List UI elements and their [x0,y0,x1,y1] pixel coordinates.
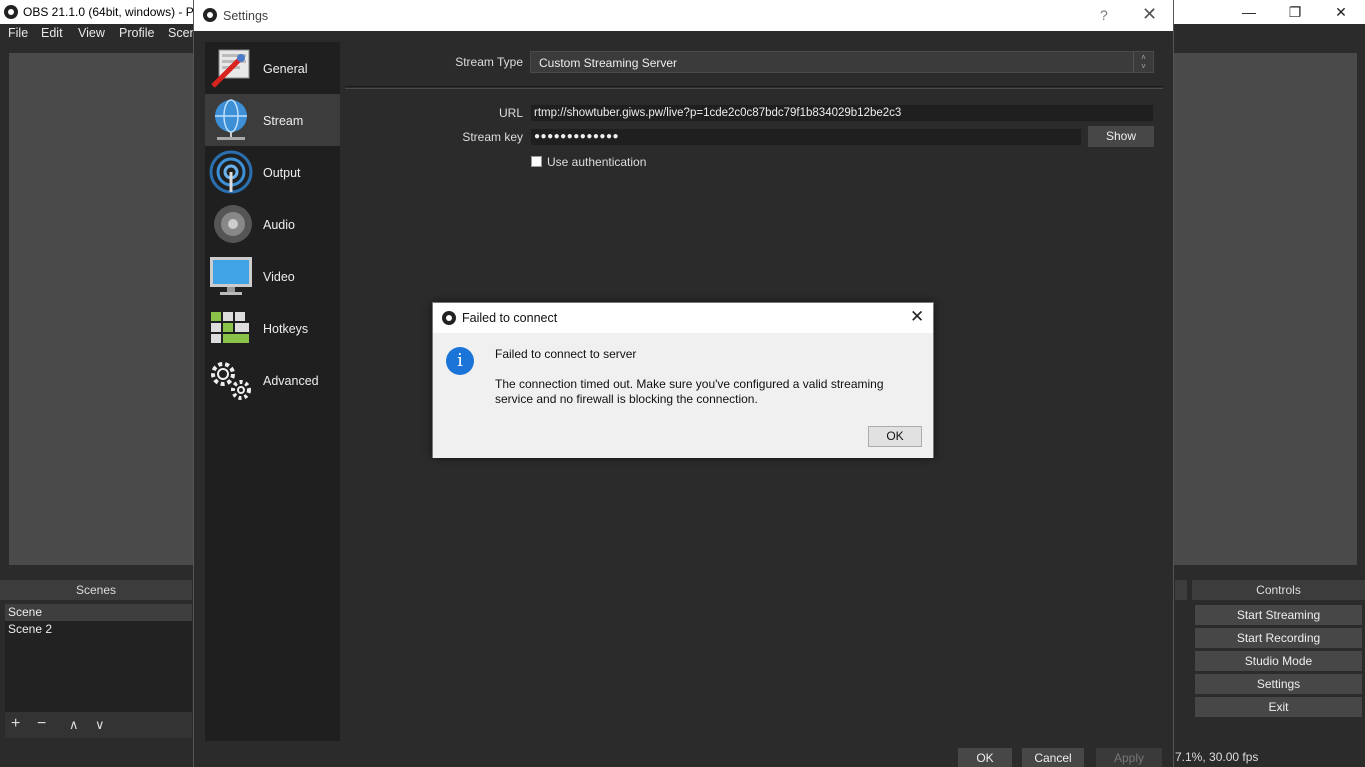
divider [345,86,1163,89]
dialog-heading: Failed to connect to server [495,347,637,361]
broadcast-icon [209,150,253,194]
stream-key-input[interactable]: ●●●●●●●●●●●●● [530,128,1082,146]
help-icon[interactable]: ? [1100,7,1108,23]
general-icon [211,49,250,88]
stream-type-value: Custom Streaming Server [539,56,678,70]
dialog-title: Failed to connect [462,311,558,325]
scene-item[interactable]: Scene [5,604,192,621]
nav-label: Audio [263,218,295,232]
stream-type-label: Stream Type [455,55,523,69]
dialog-body: i Failed to connect to server The connec… [433,333,933,458]
nav-item-general[interactable]: General [205,42,340,94]
stream-type-select[interactable]: Custom Streaming Server ˄ ˅ [530,51,1154,73]
settings-titlebar: Settings ? ✕ [194,0,1173,31]
stream-key-label: Stream key [462,130,523,144]
scenes-toolbar: + − ∧ ∨ [5,712,192,738]
nav-item-video[interactable]: Video [205,250,340,302]
obs-window-title: OBS 21.1.0 (64bit, windows) - Pr [23,5,193,19]
mixer-dock-title-edge [1175,580,1187,600]
url-input[interactable]: rtmp://showtuber.giws.pw/live?p=1cde2c0c… [530,104,1154,122]
nav-label: General [263,62,308,76]
url-label: URL [498,106,523,120]
exit-button[interactable]: Exit [1195,697,1362,717]
gears-icon [211,362,251,400]
scenes-dock-title: Scenes [0,580,192,600]
menu-view[interactable]: View [78,26,105,40]
speaker-icon [214,205,252,243]
add-scene-icon[interactable]: + [11,715,20,733]
start-recording-button[interactable]: Start Recording [1195,628,1362,648]
monitor-icon [210,257,252,295]
menu-file[interactable]: File [8,26,28,40]
use-authentication-checkbox[interactable] [531,156,542,167]
obs-logo-icon [203,8,217,22]
obs-logo-icon [442,311,456,325]
nav-label: Stream [263,114,304,128]
ok-button[interactable]: OK [958,748,1012,767]
nav-label: Output [263,166,301,180]
menu-edit[interactable]: Edit [41,26,63,40]
nav-item-audio[interactable]: Audio [205,198,340,250]
dialog-ok-button[interactable]: OK [868,426,922,447]
nav-item-advanced[interactable]: Advanced [205,354,340,406]
settings-close-icon[interactable]: ✕ [1142,4,1157,25]
controls-dock-title: Controls [1192,580,1365,600]
menu-profile[interactable]: Profile [119,26,154,40]
nav-item-hotkeys[interactable]: Hotkeys [205,302,340,354]
dialog-message: The connection timed out. Make sure you'… [495,377,884,406]
move-up-icon[interactable]: ∧ [69,717,79,733]
restore-icon[interactable]: ❐ [1272,0,1318,24]
failed-to-connect-dialog: Failed to connect ✕ i Failed to connect … [432,302,934,458]
cancel-button[interactable]: Cancel [1022,748,1084,767]
apply-button[interactable]: Apply [1096,748,1162,767]
chevron-updown-icon: ˄ ˅ [1133,52,1153,72]
nav-item-stream[interactable]: Stream [205,94,340,146]
show-key-button[interactable]: Show [1088,126,1154,147]
dialog-titlebar: Failed to connect ✕ [433,303,933,333]
info-icon: i [446,347,474,375]
remove-scene-icon[interactable]: − [37,715,46,733]
keyboard-icon [211,312,249,343]
nav-label: Hotkeys [263,322,309,336]
scenes-list[interactable]: Scene Scene 2 [5,604,192,712]
globe-icon [215,99,247,140]
nav-label: Video [263,270,295,284]
close-icon[interactable]: ✕ [1318,0,1364,24]
obs-logo-icon [4,5,18,19]
use-authentication-label: Use authentication [547,155,647,169]
minimize-icon[interactable]: — [1226,0,1272,24]
settings-title: Settings [223,9,269,23]
move-down-icon[interactable]: ∨ [95,717,105,733]
dialog-close-icon[interactable]: ✕ [910,307,924,327]
studio-mode-button[interactable]: Studio Mode [1195,651,1362,671]
settings-nav: General Stream Output Audio Video Hotkey… [205,42,340,741]
nav-label: Advanced [263,374,319,388]
settings-button[interactable]: Settings [1195,674,1362,694]
start-streaming-button[interactable]: Start Streaming [1195,605,1362,625]
scene-item[interactable]: Scene 2 [5,621,192,638]
status-cpu-fps: 7.1%, 30.00 fps [1175,750,1259,764]
nav-item-output[interactable]: Output [205,146,340,198]
